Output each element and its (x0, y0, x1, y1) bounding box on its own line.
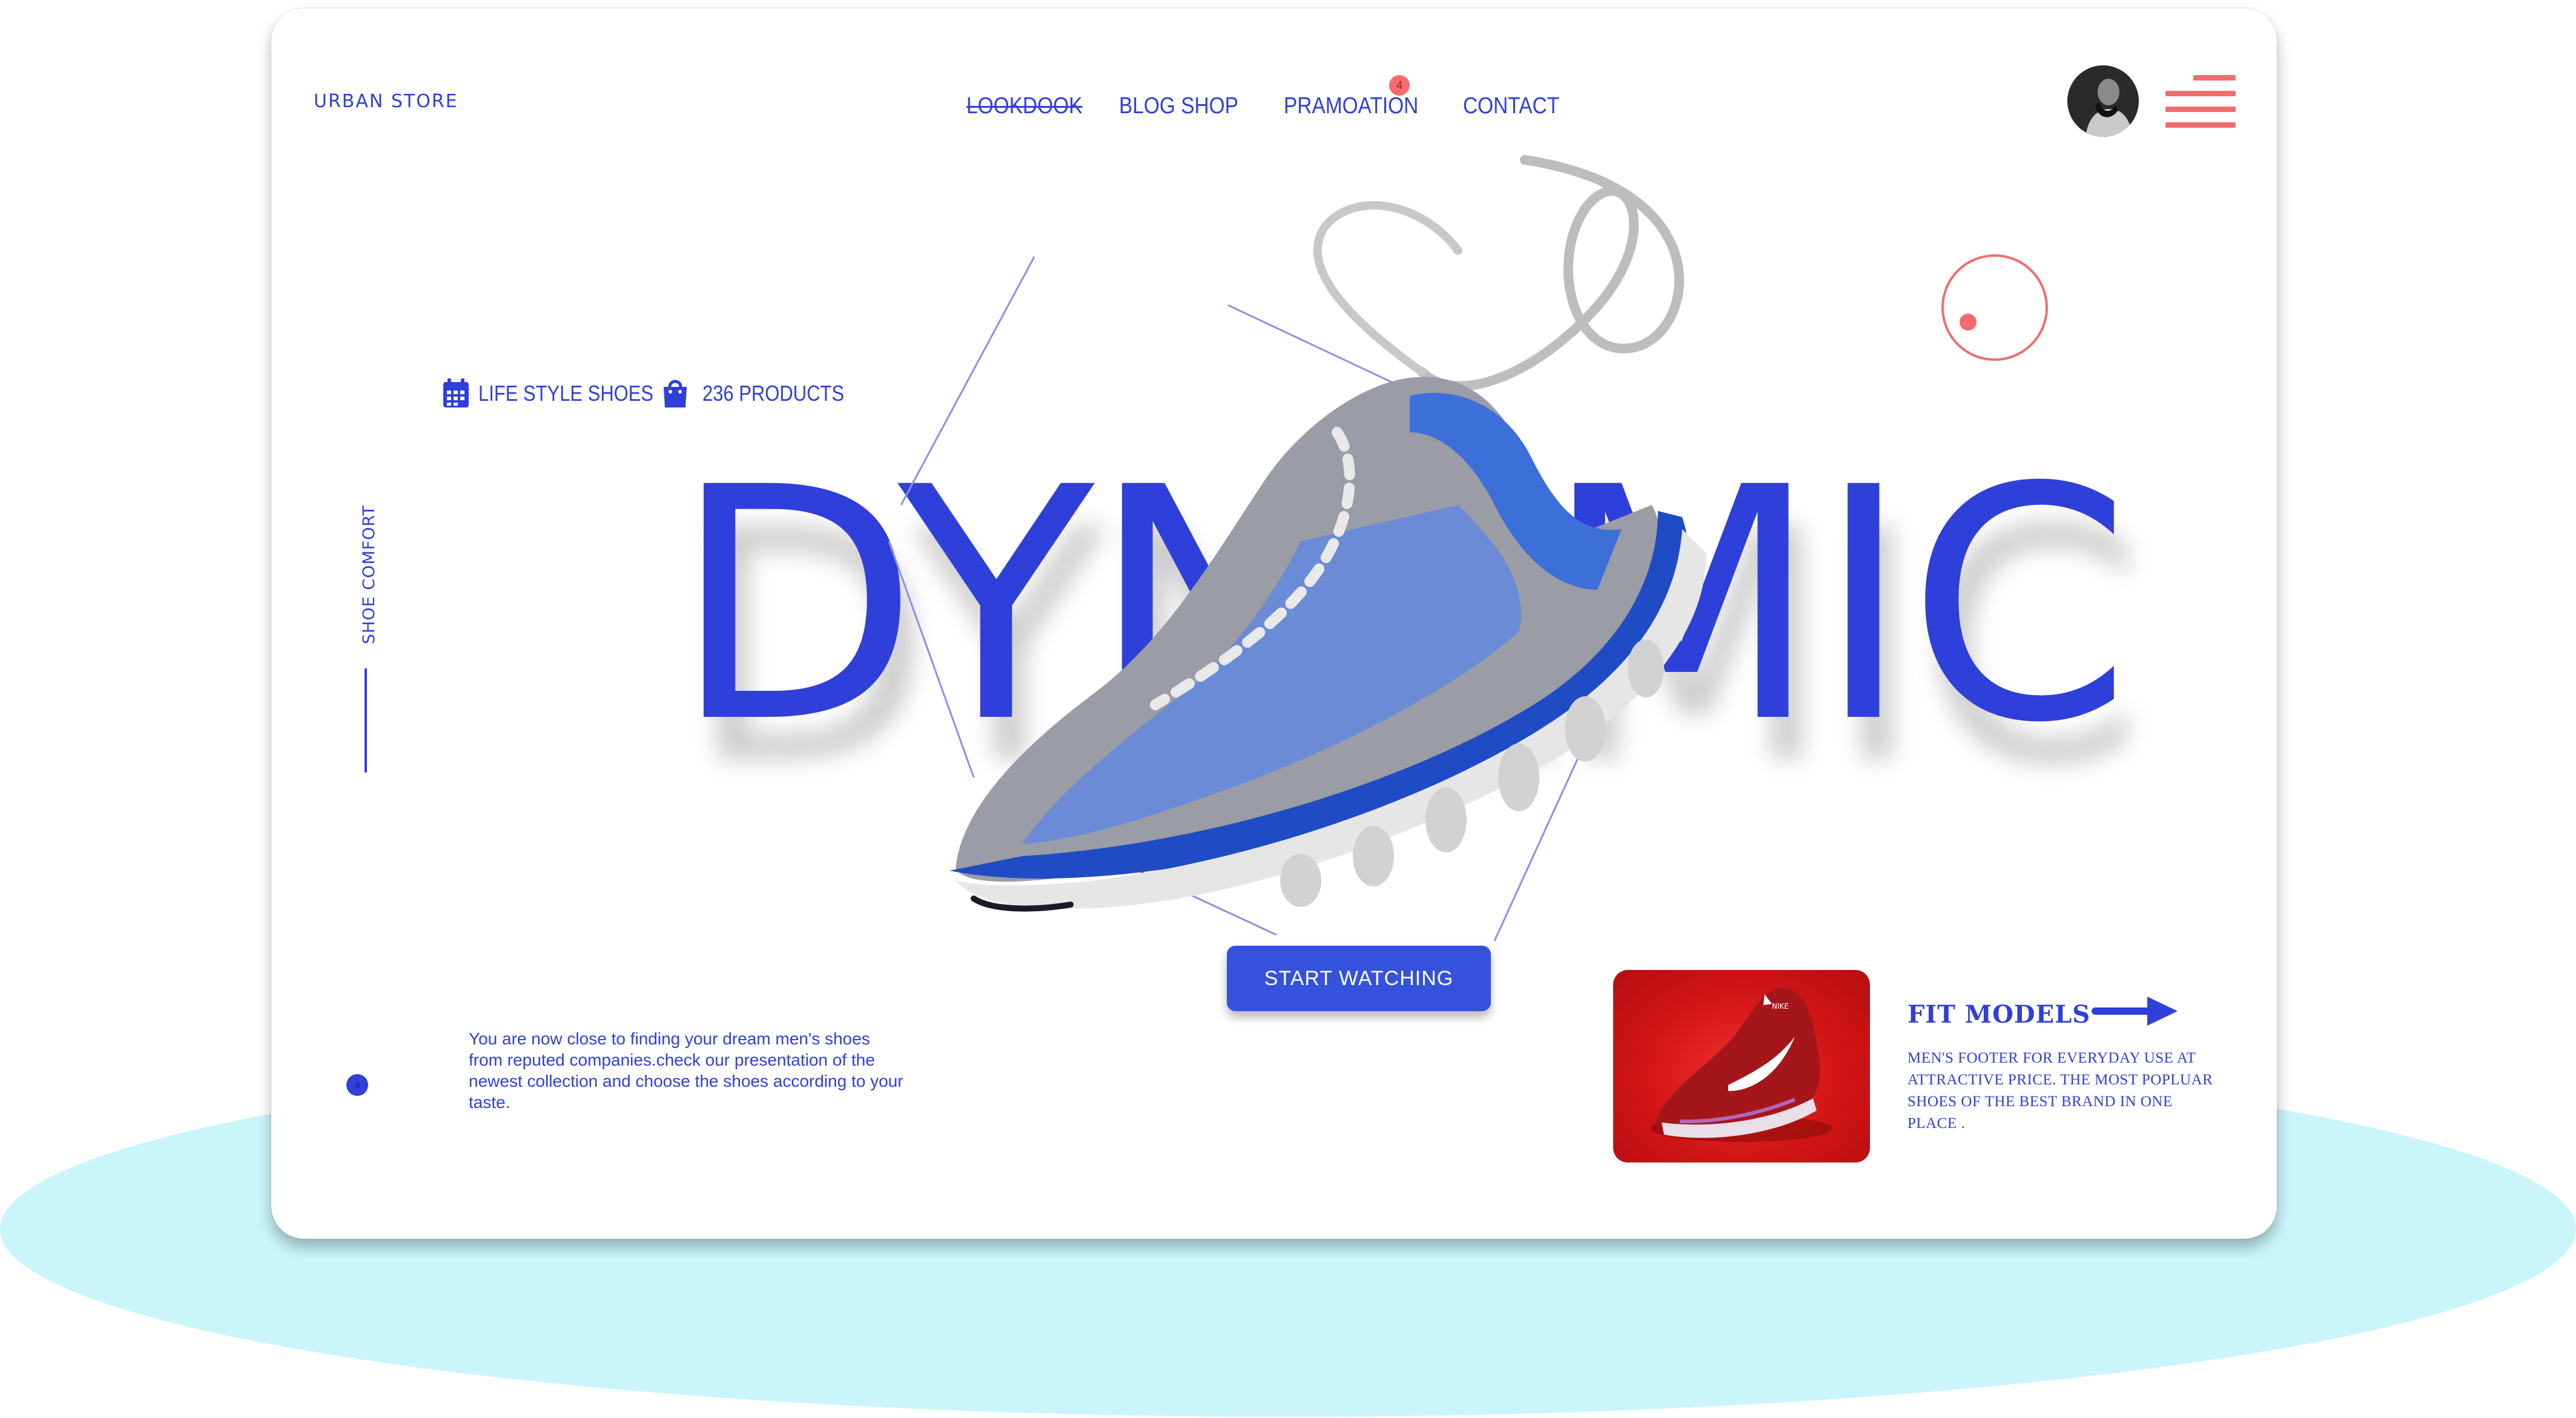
fit-models-description: MEN'S FOOTER FOR EVERYDAY USE AT ATTRACT… (1907, 1050, 2213, 1132)
landing-card: URBAN STORE LOOKDOOK BLOG SHOP PRAMOATIO… (271, 8, 2277, 1239)
carousel-dot[interactable]: 4 (346, 1074, 368, 1096)
intro-paragraph: You are now close to finding your dream … (469, 1029, 903, 1112)
shoe-lace (1313, 155, 1685, 391)
arrow-right-icon[interactable] (2092, 993, 2179, 1029)
fit-models-thumbnail[interactable]: NIKE (1613, 970, 1870, 1162)
start-watching-button[interactable]: START WATCHING (1227, 946, 1491, 1011)
fit-models-title: FIT MODELS (1907, 1000, 2091, 1029)
thumbnail-brand-logo: NIKE (1772, 1002, 1789, 1011)
shoe-body (949, 377, 1706, 912)
red-sneaker-image: NIKE (1651, 988, 1832, 1142)
